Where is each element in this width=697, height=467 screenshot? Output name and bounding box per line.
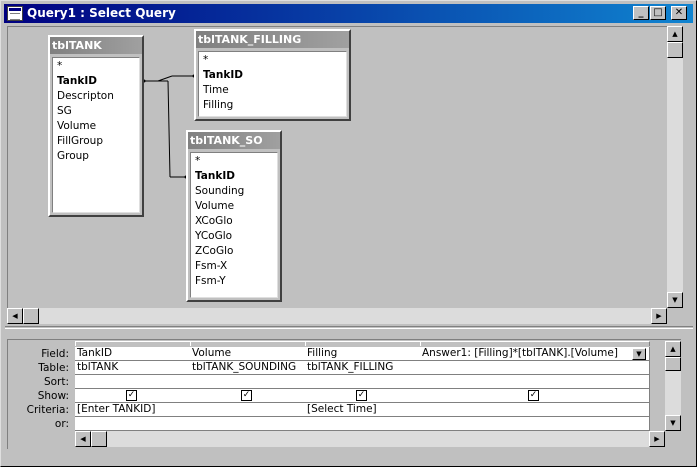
sort-cell[interactable] [420, 375, 650, 389]
or-cell[interactable] [305, 417, 421, 431]
sort-cell[interactable] [75, 375, 191, 389]
query-window-icon[interactable] [7, 6, 23, 21]
field-item[interactable]: Sounding [191, 184, 277, 199]
row-label-field: Field: [41, 348, 69, 360]
field-item[interactable]: Group [53, 149, 139, 164]
field-cell[interactable]: TankID [75, 347, 191, 361]
field-cell[interactable]: Volume [190, 347, 306, 361]
field-dropdown-button[interactable]: ▼ [632, 348, 646, 360]
table-title[interactable]: tblTANK [50, 37, 142, 54]
table-tbltank-sounding[interactable]: tblTANK_SO * TankID Sounding Volume XCoG… [186, 130, 282, 302]
column-selector[interactable] [420, 341, 650, 346]
pane-splitter[interactable] [5, 326, 693, 329]
table-title[interactable]: tblTANK_SO [188, 132, 280, 149]
field-item[interactable]: Descripton [53, 89, 139, 104]
or-cell[interactable] [190, 417, 306, 431]
field-expression: Answer1: [Filling]*[tblTANK].[Volume] [422, 347, 618, 359]
show-checkbox[interactable]: ✓ [528, 390, 539, 401]
title-bar[interactable]: Query1 : Select Query _ □ ✕ [4, 4, 693, 23]
scroll-thumb[interactable] [91, 431, 107, 447]
show-checkbox[interactable]: ✓ [356, 390, 367, 401]
field-item[interactable]: FillGroup [53, 134, 139, 149]
table-pane-horizontal-scrollbar[interactable]: ◀ ▶ [7, 308, 667, 324]
field-item[interactable]: * [191, 154, 277, 169]
criteria-cell[interactable] [420, 403, 650, 417]
field-list: * TankID Sounding Volume XCoGlo YCoGlo Z… [190, 152, 278, 298]
or-cell[interactable] [75, 417, 191, 431]
show-cell: ✓ [190, 389, 306, 403]
show-checkbox[interactable]: ✓ [241, 390, 252, 401]
scroll-right-button[interactable]: ▶ [649, 431, 665, 447]
field-item[interactable]: Volume [53, 119, 139, 134]
table-cell[interactable] [420, 361, 650, 375]
minimize-button[interactable]: _ [633, 6, 649, 20]
close-button[interactable]: ✕ [671, 6, 687, 20]
field-item[interactable]: * [53, 59, 139, 74]
show-cell: ✓ [305, 389, 421, 403]
field-item[interactable]: * [199, 53, 346, 68]
scroll-thumb[interactable] [665, 357, 681, 371]
criteria-cell[interactable]: [Enter TANKID] [75, 403, 191, 417]
table-tbltank[interactable]: tblTANK * TankID Descripton SG Volume Fi… [48, 35, 144, 217]
table-cell[interactable]: tblTANK [75, 361, 191, 375]
table-title[interactable]: tblTANK_FILLING [196, 31, 349, 48]
field-item-key[interactable]: TankID [191, 169, 277, 184]
scroll-down-button[interactable]: ▼ [667, 292, 683, 308]
window-title: Query1 : Select Query [27, 6, 176, 20]
scroll-left-button[interactable]: ◀ [75, 431, 91, 447]
query-window: Query1 : Select Query _ □ ✕ tblTANK * Ta… [0, 0, 697, 467]
field-item-key[interactable]: TankID [199, 68, 346, 83]
scroll-down-button[interactable]: ▼ [665, 415, 681, 431]
or-cell[interactable] [420, 417, 650, 431]
scroll-left-button[interactable]: ◀ [7, 308, 23, 324]
scroll-up-button[interactable]: ▲ [665, 341, 681, 357]
row-label-or: or: [54, 418, 69, 430]
row-label-show: Show: [37, 390, 69, 402]
field-item[interactable]: Fsm-Y [191, 274, 277, 289]
table-cell[interactable]: tblTANK_SOUNDING [190, 361, 306, 375]
criteria-cell[interactable]: [Select Time] [305, 403, 421, 417]
maximize-button[interactable]: □ [650, 6, 666, 20]
field-item[interactable]: ZCoGlo [191, 244, 277, 259]
field-list: * TankID Descripton SG Volume FillGroup … [52, 57, 140, 213]
field-cell[interactable]: Answer1: [Filling]*[tblTANK].[Volume] [420, 347, 650, 361]
table-cell[interactable]: tblTANK_FILLING [305, 361, 421, 375]
column-selector[interactable] [305, 341, 421, 346]
row-label-sort: Sort: [43, 376, 69, 388]
show-checkbox[interactable]: ✓ [126, 390, 137, 401]
field-item[interactable]: Filling [199, 98, 346, 113]
field-item[interactable]: Time [199, 83, 346, 98]
grid-vertical-scrollbar[interactable]: ▲ ▼ [665, 341, 681, 431]
table-pane-vertical-scrollbar[interactable]: ▲ ▼ [667, 26, 683, 308]
row-label-table: Table: [38, 362, 69, 374]
field-list: * TankID Time Filling [198, 51, 347, 117]
field-item[interactable]: Fsm-X [191, 259, 277, 274]
field-cell[interactable]: Filling [305, 347, 421, 361]
table-tbltank-filling[interactable]: tblTANK_FILLING * TankID Time Filling [194, 29, 351, 121]
field-item[interactable]: YCoGlo [191, 229, 277, 244]
field-item-key[interactable]: TankID [53, 74, 139, 89]
show-cell: ✓ [420, 389, 650, 403]
field-item[interactable]: SG [53, 104, 139, 119]
show-cell: ✓ [75, 389, 191, 403]
scroll-right-button[interactable]: ▶ [651, 308, 667, 324]
sort-cell[interactable] [305, 375, 421, 389]
row-label-criteria: Criteria: [26, 404, 69, 416]
criteria-cell[interactable] [190, 403, 306, 417]
scroll-thumb[interactable] [667, 42, 683, 58]
table-pane[interactable]: tblTANK * TankID Descripton SG Volume Fi… [7, 26, 671, 308]
column-selector[interactable] [190, 341, 306, 346]
grid-horizontal-scrollbar[interactable]: ◀ ▶ [75, 431, 665, 447]
scroll-up-button[interactable]: ▲ [667, 26, 683, 42]
sort-cell[interactable] [190, 375, 306, 389]
scroll-thumb[interactable] [23, 308, 39, 324]
field-item[interactable]: Volume [191, 199, 277, 214]
field-item[interactable]: XCoGlo [191, 214, 277, 229]
column-selector[interactable] [75, 341, 191, 346]
